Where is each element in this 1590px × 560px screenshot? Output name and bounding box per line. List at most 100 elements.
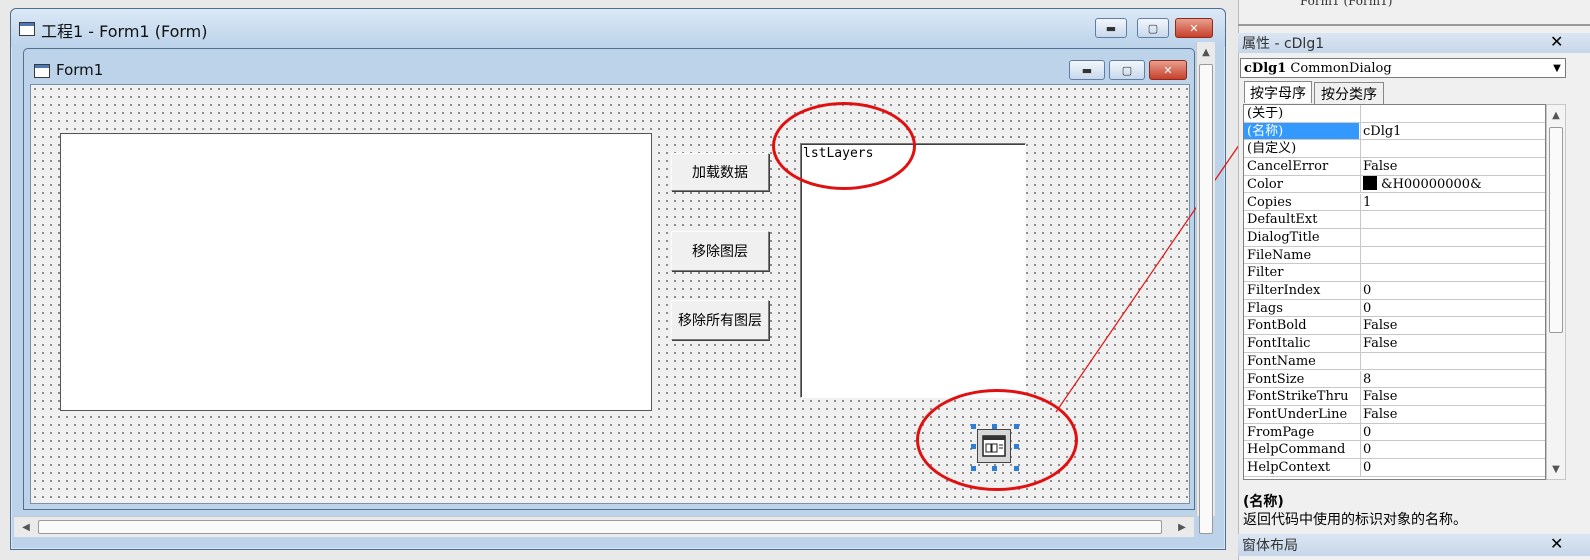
tab-categorized[interactable]: 按分类序 (1314, 82, 1384, 104)
property-value[interactable]: False (1363, 388, 1543, 405)
property-row[interactable]: (名称) cDlg1 (1244, 122, 1545, 141)
property-value-text: 8 (1363, 371, 1372, 387)
property-value[interactable] (1363, 264, 1543, 281)
property-value[interactable]: False (1363, 406, 1543, 423)
property-value-text: False (1363, 389, 1398, 405)
load-data-button[interactable]: 加载数据 (671, 153, 769, 191)
property-value[interactable]: cDlg1 (1363, 123, 1543, 140)
property-value-text: False (1363, 159, 1398, 175)
property-column-separator (1360, 228, 1361, 246)
property-value[interactable]: False (1363, 335, 1543, 352)
property-value-text: False (1363, 336, 1398, 352)
property-row[interactable]: FontName (1244, 352, 1545, 371)
form1-minimize-button[interactable]: ▬ (1069, 60, 1105, 80)
property-value[interactable]: 0 (1363, 300, 1543, 317)
property-name: DefaultExt (1247, 212, 1318, 228)
form-layout-close-icon[interactable]: ✕ (1550, 534, 1563, 553)
property-row[interactable]: FontUnderLine False (1244, 405, 1545, 424)
property-column-separator (1360, 459, 1361, 476)
property-row[interactable]: DialogTitle (1244, 228, 1545, 247)
property-value[interactable]: 0 (1363, 459, 1543, 476)
project-tree-fragment[interactable]: Form1 (Form1) (1300, 0, 1392, 8)
property-value[interactable] (1363, 211, 1543, 228)
scroll-up-icon[interactable]: ▲ (1548, 107, 1564, 123)
scroll-down-icon[interactable]: ▼ (1548, 461, 1564, 477)
property-row[interactable]: FileName (1244, 246, 1545, 265)
property-value[interactable]: 8 (1363, 371, 1543, 388)
remove-all-layers-button[interactable]: 移除所有图层 (671, 300, 769, 340)
scroll-right-icon[interactable]: ▶ (1174, 519, 1190, 535)
minimize-icon: ▬ (1081, 63, 1093, 77)
close-button[interactable]: ✕ (1175, 18, 1213, 38)
property-value[interactable]: 0 (1363, 424, 1543, 441)
property-row[interactable]: FontStrikeThru False (1244, 388, 1545, 406)
designer-title-bar[interactable]: 工程1 - Form1 (Form) ▬ ▢ ✕ (11, 9, 1225, 47)
property-name: (名称) (1244, 122, 1359, 140)
property-column-separator (1360, 122, 1361, 140)
property-value[interactable]: False (1363, 158, 1543, 175)
remove-layer-button[interactable]: 移除图层 (671, 231, 769, 271)
property-row[interactable]: CancelError False (1244, 158, 1545, 176)
property-row[interactable]: Flags 0 (1244, 299, 1545, 318)
property-row[interactable]: (关于) (1244, 105, 1545, 123)
grid-scroll-thumb[interactable] (1549, 127, 1563, 333)
property-row[interactable]: FilterIndex 0 (1244, 282, 1545, 300)
property-row[interactable]: (自定义) (1244, 140, 1545, 159)
minimize-button[interactable]: ▬ (1095, 18, 1127, 38)
property-row[interactable]: HelpCommand 0 (1244, 441, 1545, 459)
property-row[interactable]: FontItalic False (1244, 335, 1545, 353)
property-grid[interactable]: (关于) (名称) cDlg1 (自定义) CancelError False Color &… (1243, 104, 1546, 480)
property-column-separator (1360, 193, 1361, 211)
property-row[interactable]: HelpContext 0 (1244, 459, 1545, 477)
property-value[interactable]: False (1363, 317, 1543, 334)
chevron-down-icon[interactable]: ▼ (1548, 59, 1566, 77)
object-name: cDlg1 (1244, 60, 1287, 76)
scroll-left-icon[interactable]: ◀ (18, 519, 34, 535)
property-value[interactable]: 0 (1363, 441, 1543, 458)
property-row[interactable]: DefaultExt (1244, 211, 1545, 229)
property-column-separator (1360, 317, 1361, 335)
property-column-separator (1360, 105, 1361, 122)
form1-close-button[interactable]: ✕ (1149, 60, 1187, 80)
horizontal-scroll-thumb[interactable] (38, 520, 1162, 534)
property-value[interactable]: 0 (1363, 282, 1543, 299)
property-row[interactable]: Filter (1244, 264, 1545, 282)
annotation-arrow (1055, 128, 1250, 413)
vertical-scroll-thumb[interactable] (1199, 64, 1213, 534)
tab-alphabetic[interactable]: 按字母序 (1244, 81, 1312, 103)
property-value[interactable] (1363, 140, 1543, 157)
property-row[interactable]: FromPage 0 (1244, 423, 1545, 442)
property-grid-scrollbar[interactable]: ▲ ▼ (1546, 104, 1566, 480)
property-column-separator (1360, 299, 1361, 317)
property-value-text: 0 (1363, 442, 1372, 458)
property-value[interactable] (1363, 247, 1543, 264)
property-value[interactable] (1363, 353, 1543, 370)
form-layout-title: 窗体布局 (1242, 538, 1298, 554)
property-value[interactable] (1363, 105, 1543, 122)
property-row[interactable]: Copies 1 (1244, 193, 1545, 212)
object-selector[interactable]: cDlg1 CommonDialog (1240, 58, 1566, 78)
property-name: FontBold (1247, 318, 1307, 334)
property-name: FontSize (1247, 371, 1305, 387)
properties-close-icon[interactable]: ✕ (1550, 32, 1563, 51)
scroll-up-icon[interactable]: ▲ (1198, 44, 1214, 60)
property-value-text: False (1363, 406, 1398, 422)
maximize-button[interactable]: ▢ (1137, 18, 1169, 38)
property-value[interactable]: &H00000000& (1363, 175, 1543, 193)
designer-horizontal-scrollbar[interactable]: ◀ ▶ (14, 516, 1194, 537)
property-value-text: 0 (1363, 283, 1372, 298)
color-swatch (1363, 175, 1377, 190)
property-row[interactable]: FontBold False (1244, 317, 1545, 336)
property-row[interactable]: Color &H00000000& (1244, 175, 1545, 194)
property-column-separator (1360, 175, 1361, 193)
designer-vertical-scrollbar[interactable]: ▲ (1196, 42, 1215, 534)
property-value[interactable]: 1 (1363, 194, 1543, 211)
designer-title: 工程1 - Form1 (Form) (41, 22, 208, 41)
property-value[interactable] (1363, 229, 1543, 246)
map-control[interactable] (60, 133, 652, 411)
form1-maximize-button[interactable]: ▢ (1109, 60, 1145, 80)
property-column-separator (1360, 140, 1361, 158)
property-row[interactable]: FontSize 8 (1244, 370, 1545, 389)
property-column-separator (1360, 423, 1361, 441)
minimize-icon: ▬ (1105, 21, 1117, 35)
